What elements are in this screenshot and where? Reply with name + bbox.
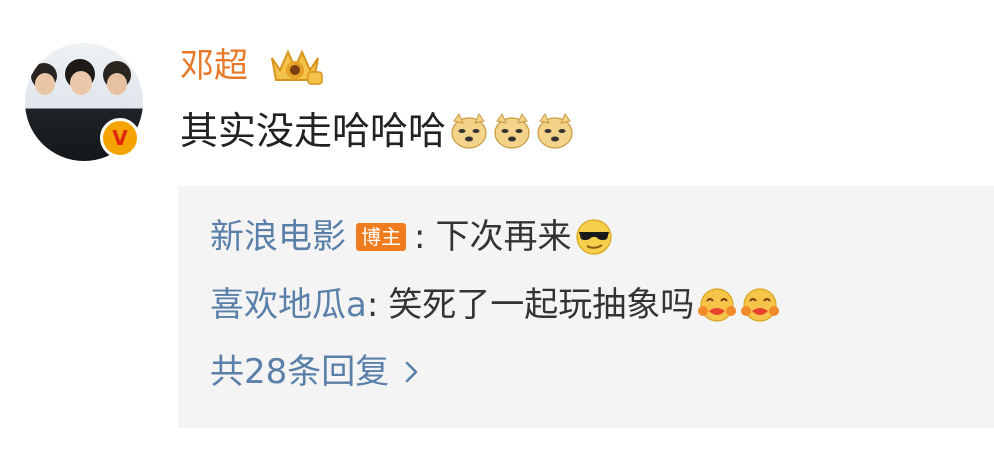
chevron-right-icon	[406, 361, 418, 383]
reply-username[interactable]: 新浪电影	[210, 216, 346, 258]
love-hug-emoji-icon	[741, 288, 780, 322]
verified-badge-icon: V	[100, 118, 140, 158]
more-replies-label[interactable]: 共28条回复	[210, 351, 389, 393]
replies-panel: 新浪电影 博主 : 下次再来 喜欢地瓜a : 笑死了一起玩抽象吗 共28条回复	[178, 186, 994, 428]
host-badge: 博主	[356, 223, 406, 251]
doge-emoji-icon	[494, 112, 530, 149]
reply-separator: :	[414, 217, 426, 257]
doge-emoji-icon	[537, 112, 573, 149]
reply-text: 笑死了一起玩抽象吗	[388, 285, 695, 325]
view-more-replies-link[interactable]: 共28条回复	[210, 351, 421, 393]
comment-body: 其实没走哈哈哈	[180, 108, 575, 154]
comment-username[interactable]: 邓超	[180, 46, 248, 86]
love-hug-emoji-icon	[698, 288, 737, 322]
cool-sunglasses-emoji-icon	[576, 219, 613, 255]
doge-emoji-icon	[451, 112, 487, 149]
reply-text: 下次再来	[435, 217, 572, 257]
reply-item[interactable]: 新浪电影 博主 : 下次再来	[210, 216, 614, 258]
reply-item[interactable]: 喜欢地瓜a : 笑死了一起玩抽象吗	[210, 284, 780, 326]
reply-username[interactable]: 喜欢地瓜a	[210, 284, 367, 326]
reply-separator: :	[366, 285, 379, 325]
comment-text: 其实没走哈哈哈	[180, 109, 447, 153]
crown-badge-icon	[271, 49, 323, 85]
